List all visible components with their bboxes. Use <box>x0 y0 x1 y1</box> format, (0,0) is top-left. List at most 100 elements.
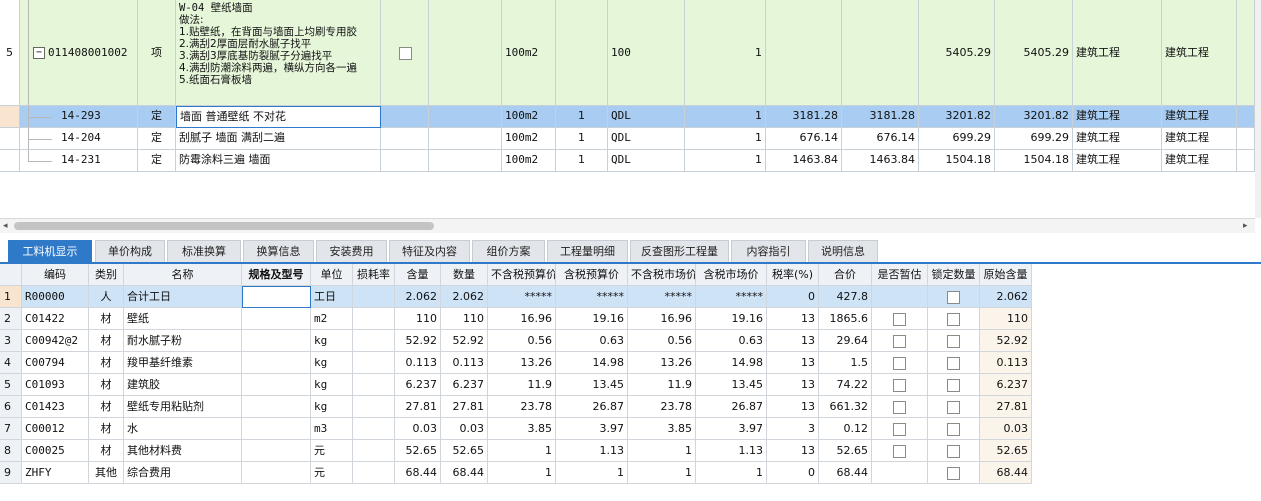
scroll-left-arrow-icon[interactable]: ◂ <box>3 219 8 233</box>
checkbox[interactable] <box>893 356 906 370</box>
resource-row-8-col-8[interactable]: 68.44 <box>441 462 488 484</box>
resource-row-7-col-3[interactable]: 其他材料费 <box>124 440 242 462</box>
resource-row-5-col-3[interactable]: 壁纸专用粘贴剂 <box>124 396 242 418</box>
resource-row-4-col-16[interactable] <box>928 374 980 396</box>
resource-row-1-col-15[interactable] <box>872 308 928 330</box>
tab-3[interactable]: 换算信息 <box>243 240 314 262</box>
column-header-0[interactable] <box>0 264 22 286</box>
row-3-check-cell[interactable] <box>381 150 429 172</box>
tab-9[interactable]: 内容指引 <box>731 240 806 262</box>
resource-row-3-col-4[interactable] <box>242 352 311 374</box>
resource-row-7-col-16[interactable] <box>928 440 980 462</box>
tab-8[interactable]: 反查图形工程量 <box>630 240 729 262</box>
resource-row-1-col-8[interactable]: 110 <box>441 308 488 330</box>
resource-row-0-col-15[interactable] <box>872 286 928 308</box>
resource-row-3-col-15[interactable] <box>872 352 928 374</box>
resource-row-1-col-3[interactable]: 壁纸 <box>124 308 242 330</box>
column-header-10[interactable]: 含税预算价 <box>556 264 628 286</box>
row-2-name-cell[interactable]: 刮腻子 墙面 满刮二遍 <box>176 128 381 150</box>
resource-row-0-col-7[interactable]: 2.062 <box>395 286 441 308</box>
column-header-17[interactable]: 原始含量 <box>980 264 1032 286</box>
checkbox[interactable] <box>893 400 906 414</box>
resource-row-7-col-8[interactable]: 52.65 <box>441 440 488 462</box>
column-header-12[interactable]: 含税市场价 <box>696 264 767 286</box>
resource-row-1-col-16[interactable] <box>928 308 980 330</box>
vertical-scrollbar[interactable] <box>1255 0 1261 218</box>
checkbox[interactable] <box>893 422 906 436</box>
resource-row-2-col-8[interactable]: 52.92 <box>441 330 488 352</box>
column-header-14[interactable]: 合价 <box>819 264 872 286</box>
checkbox[interactable] <box>947 466 960 480</box>
checkbox[interactable] <box>947 378 960 392</box>
resource-row-0-col-3[interactable]: 合计工日 <box>124 286 242 308</box>
tab-0[interactable]: 工料机显示 <box>8 240 92 262</box>
resource-row-6-col-7[interactable]: 0.03 <box>395 418 441 440</box>
column-header-11[interactable]: 不含税市场价 <box>628 264 696 286</box>
resource-row-5-col-16[interactable] <box>928 396 980 418</box>
resource-row-5-col-7[interactable]: 27.81 <box>395 396 441 418</box>
resource-row-2-col-16[interactable] <box>928 330 980 352</box>
row-0-code-cell[interactable]: −011408001002 <box>20 0 138 106</box>
checkbox[interactable] <box>893 444 906 458</box>
scroll-right-arrow-icon[interactable]: ▸ <box>1243 219 1248 233</box>
resource-row-7-col-4[interactable] <box>242 440 311 462</box>
resource-row-2-col-4[interactable] <box>242 330 311 352</box>
resource-row-2-col-15[interactable] <box>872 330 928 352</box>
tab-2[interactable]: 标准换算 <box>167 240 241 262</box>
resource-row-8-col-4[interactable] <box>242 462 311 484</box>
resource-row-5-col-15[interactable] <box>872 396 928 418</box>
tab-1[interactable]: 单价构成 <box>95 240 165 262</box>
resource-row-7-col-7[interactable]: 52.65 <box>395 440 441 462</box>
checkbox[interactable] <box>947 422 960 436</box>
row-0-check-cell[interactable] <box>381 0 429 106</box>
resource-row-3-col-7[interactable]: 0.113 <box>395 352 441 374</box>
resource-row-3-col-16[interactable] <box>928 352 980 374</box>
resource-row-2-col-3[interactable]: 耐水腻子粉 <box>124 330 242 352</box>
column-header-3[interactable]: 名称 <box>124 264 242 286</box>
collapse-toggle-icon[interactable]: − <box>33 47 45 59</box>
resource-row-0-col-16[interactable] <box>928 286 980 308</box>
tab-6[interactable]: 组价方案 <box>472 240 545 262</box>
resource-row-6-col-8[interactable]: 0.03 <box>441 418 488 440</box>
row-2-check-cell[interactable] <box>381 128 429 150</box>
resource-row-4-col-15[interactable] <box>872 374 928 396</box>
checkbox[interactable] <box>947 334 960 348</box>
checkbox[interactable] <box>893 312 906 326</box>
column-header-5[interactable]: 单位 <box>311 264 353 286</box>
checkbox[interactable] <box>893 334 906 348</box>
column-header-8[interactable]: 数量 <box>441 264 488 286</box>
row-1-name-cell[interactable]: 墙面 普通壁纸 不对花 <box>176 106 381 128</box>
column-header-1[interactable]: 编码 <box>22 264 89 286</box>
resource-row-5-col-8[interactable]: 27.81 <box>441 396 488 418</box>
row-3-name-cell[interactable]: 防霉涂料三遍 墙面 <box>176 150 381 172</box>
resource-row-3-col-8[interactable]: 0.113 <box>441 352 488 374</box>
resource-row-8-col-15[interactable] <box>872 462 928 484</box>
scrollbar-thumb[interactable] <box>14 222 434 230</box>
checkbox[interactable] <box>947 290 960 304</box>
resource-row-3-col-3[interactable]: 羧甲基纤维素 <box>124 352 242 374</box>
column-header-13[interactable]: 税率(%) <box>767 264 819 286</box>
row-2-code-cell[interactable]: 14-204 <box>20 128 138 150</box>
resource-row-8-col-16[interactable] <box>928 462 980 484</box>
resource-row-4-col-3[interactable]: 建筑胶 <box>124 374 242 396</box>
resource-row-5-col-4[interactable] <box>242 396 311 418</box>
checkbox[interactable] <box>947 400 960 414</box>
resource-row-0-col-8[interactable]: 2.062 <box>441 286 488 308</box>
column-header-9[interactable]: 不含税预算价 <box>488 264 556 286</box>
column-header-6[interactable]: 损耗率 <box>353 264 395 286</box>
resource-row-7-col-15[interactable] <box>872 440 928 462</box>
column-header-7[interactable]: 含量 <box>395 264 441 286</box>
resource-row-4-col-8[interactable]: 6.237 <box>441 374 488 396</box>
column-header-4[interactable]: 规格及型号 <box>242 264 311 286</box>
checkbox[interactable] <box>893 378 906 392</box>
resource-row-1-col-4[interactable] <box>242 308 311 330</box>
resource-row-6-col-3[interactable]: 水 <box>124 418 242 440</box>
resource-row-8-col-3[interactable]: 综合费用 <box>124 462 242 484</box>
row-3-code-cell[interactable]: 14-231 <box>20 150 138 172</box>
resource-row-1-col-7[interactable]: 110 <box>395 308 441 330</box>
resource-row-0-col-4[interactable] <box>242 286 311 308</box>
resource-row-6-col-4[interactable] <box>242 418 311 440</box>
resource-row-4-col-4[interactable] <box>242 374 311 396</box>
checkbox[interactable] <box>947 356 960 370</box>
tab-10[interactable]: 说明信息 <box>808 240 878 262</box>
